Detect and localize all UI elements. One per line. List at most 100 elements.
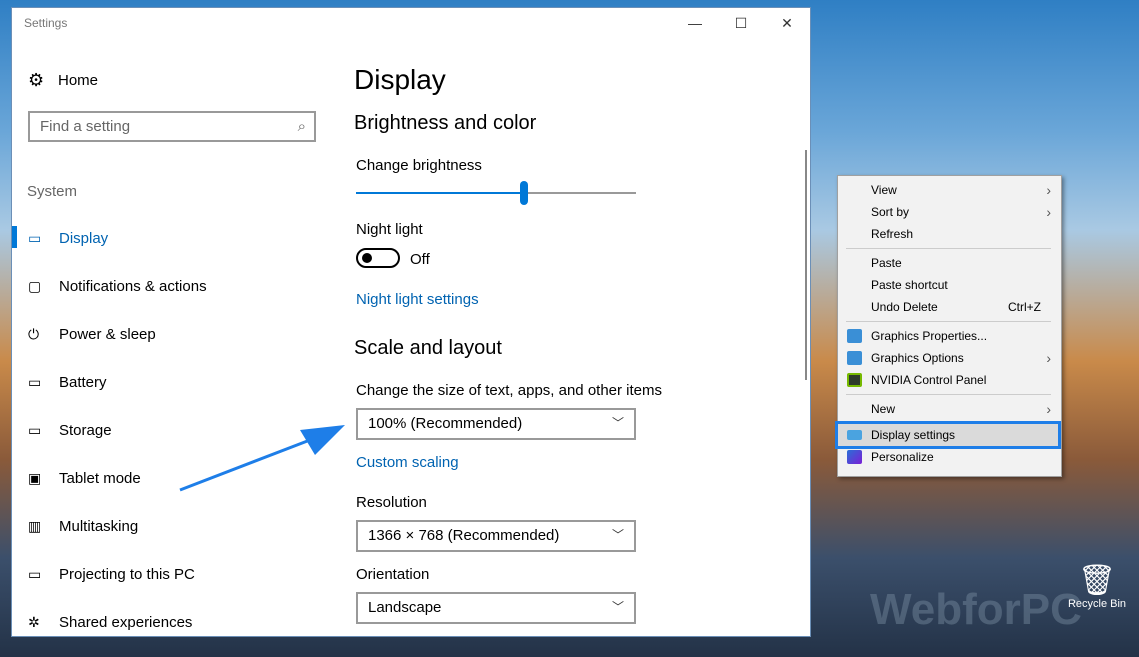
settings-window: Settings — ☐ ✕ ⚙ Home Find a setting ⌕ Sys… [11, 7, 811, 637]
menu-separator [846, 248, 1051, 249]
watermark: WebforPC [870, 585, 1082, 634]
intel-graphics-icon [847, 329, 862, 343]
minimize-button[interactable]: — [672, 8, 718, 38]
menu-label: Refresh [871, 227, 914, 241]
monitor-icon: ▭ [28, 229, 42, 246]
menu-item-paste-shortcut[interactable]: Paste shortcut [838, 274, 1061, 296]
menu-label: Paste shortcut [871, 278, 948, 292]
orientation-label: Orientation [356, 566, 430, 583]
tablet-icon: ▣ [28, 469, 42, 486]
menu-label: Graphics Options [871, 351, 964, 365]
nav-label: Shared experiences [59, 613, 193, 631]
chevron-down-icon: ﹀ [611, 528, 624, 542]
section-label: System [27, 183, 78, 200]
close-button[interactable]: ✕ [764, 8, 810, 38]
nav-item-power[interactable]: ⏻ Power & sleep [12, 310, 332, 358]
storage-icon: ▭ [28, 421, 42, 438]
multitasking-icon: ▥ [28, 517, 42, 534]
intel-graphics-icon [847, 351, 862, 365]
annotation-arrow-icon [179, 425, 345, 492]
nav-item-shared[interactable]: ✲ Shared experiences [12, 598, 332, 636]
nav-item-display[interactable]: ▭ Display [12, 214, 332, 262]
menu-label: Personalize [871, 450, 934, 464]
nav-label: Battery [59, 373, 107, 391]
chevron-right-icon: › [1046, 182, 1051, 198]
menu-label: Sort by [871, 205, 910, 219]
nav-label: Notifications & actions [59, 277, 207, 295]
chevron-right-icon: › [1046, 350, 1051, 366]
title-bar: Settings — ☐ ✕ [12, 8, 810, 38]
search-input[interactable]: Find a setting ⌕ [28, 111, 316, 142]
menu-item-paste[interactable]: Paste [838, 252, 1061, 274]
maximize-button[interactable]: ☐ [718, 8, 764, 38]
menu-label: Paste [871, 256, 902, 270]
home-label: Home [58, 72, 99, 89]
night-light-toggle[interactable] [356, 248, 400, 268]
menu-label: NVIDIA Control Panel [871, 373, 987, 387]
night-light-state: Off [410, 251, 430, 268]
nav-item-projecting[interactable]: ▭ Projecting to this PC [12, 550, 332, 598]
chevron-down-icon: ﹀ [611, 416, 624, 430]
notification-icon: ▢ [28, 277, 42, 294]
menu-item-new[interactable]: New › [838, 398, 1061, 420]
battery-icon: ▭ [28, 373, 42, 390]
menu-item-undo-delete[interactable]: Undo Delete Ctrl+Z [838, 296, 1061, 318]
menu-separator [846, 321, 1051, 322]
nav-label: Tablet mode [59, 469, 141, 487]
slider-thumb[interactable] [520, 181, 528, 205]
menu-item-display-settings[interactable]: Display settings [835, 421, 1061, 449]
gear-icon: ⚙ [28, 70, 45, 90]
nav-label: Projecting to this PC [59, 565, 195, 583]
menu-label: Display settings [871, 428, 956, 442]
menu-item-nvidia[interactable]: NVIDIA Control Panel [838, 369, 1061, 391]
recycle-bin-label: Recycle Bin [1067, 598, 1127, 610]
context-menu: View › Sort by › Refresh Paste Paste short… [835, 175, 1062, 477]
menu-item-personalize[interactable]: Personalize [838, 446, 1061, 468]
recycle-bin[interactable]: 🗑 Recycle Bin [1062, 563, 1132, 610]
projecting-icon: ▭ [28, 565, 42, 582]
orientation-dropdown[interactable]: Landscape ﹀ [356, 592, 636, 624]
menu-label: Undo Delete [871, 300, 938, 314]
resolution-value: 1366 × 768 (Recommended) [368, 527, 560, 544]
page-title: Display [354, 64, 446, 95]
recycle-bin-icon: 🗑 [1077, 564, 1117, 597]
nav-item-battery[interactable]: ▭ Battery [12, 358, 332, 406]
nav-label: Storage [59, 421, 112, 439]
menu-item-graphics-properties[interactable]: Graphics Properties... [838, 325, 1061, 347]
search-placeholder: Find a setting [40, 118, 131, 135]
scale-value: 100% (Recommended) [368, 415, 523, 432]
window-title: Settings [24, 16, 68, 30]
custom-scaling-link[interactable]: Custom scaling [356, 454, 459, 471]
menu-item-graphics-options[interactable]: Graphics Options › [838, 347, 1061, 369]
brightness-slider[interactable] [356, 181, 636, 205]
scale-heading: Scale and layout [354, 337, 502, 359]
resolution-label: Resolution [356, 494, 427, 511]
nav-label: Display [59, 229, 109, 247]
search-icon: ⌕ [297, 118, 306, 135]
menu-item-sort-by[interactable]: Sort by › [838, 201, 1061, 223]
menu-item-refresh[interactable]: Refresh [838, 223, 1061, 245]
menu-item-view[interactable]: View › [838, 179, 1061, 201]
main-content: Display Brightness and color Change brig… [354, 38, 810, 636]
display-icon [847, 430, 862, 440]
nav-item-multitasking[interactable]: ▥ Multitasking [12, 502, 332, 550]
nav-label: Power & sleep [59, 325, 156, 343]
personalize-icon [847, 450, 862, 464]
nav-label: Multitasking [59, 517, 139, 535]
brightness-heading: Brightness and color [354, 112, 537, 134]
scale-dropdown[interactable]: 100% (Recommended) ﹀ [356, 408, 636, 440]
nav-item-notifications[interactable]: ▢ Notifications & actions [12, 262, 332, 310]
scale-label: Change the size of text, apps, and other… [356, 382, 663, 399]
night-light-settings-link[interactable]: Night light settings [356, 291, 479, 308]
shortcut-label: Ctrl+Z [1008, 300, 1041, 314]
chevron-down-icon: ﹀ [611, 600, 624, 614]
resolution-dropdown[interactable]: 1366 × 768 (Recommended) ﹀ [356, 520, 636, 552]
sidebar: ⚙ Home Find a setting ⌕ System ▭ Display ▢ N… [12, 38, 332, 636]
menu-label: View [871, 183, 897, 197]
shared-icon: ✲ [28, 613, 40, 630]
home-link[interactable]: ⚙ Home [28, 70, 98, 91]
scrollbar[interactable] [805, 150, 807, 380]
power-icon: ⏻ [28, 325, 40, 342]
menu-separator [846, 394, 1051, 395]
night-light-label: Night light [356, 221, 423, 238]
